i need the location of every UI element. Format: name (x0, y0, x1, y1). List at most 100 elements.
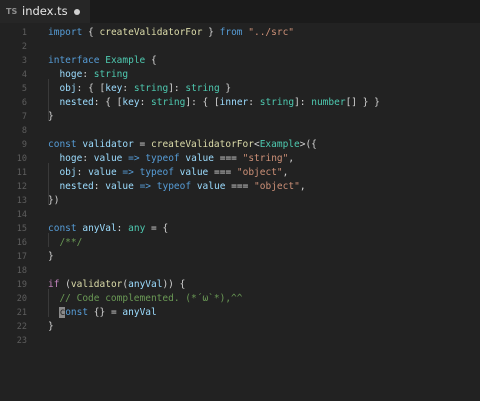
code-token: : { [ (76, 83, 106, 94)
code-token: value (179, 167, 209, 178)
line-number: 18 (16, 266, 27, 276)
code-token: createValidatorFor (151, 139, 254, 150)
code-token: } (48, 251, 54, 262)
code-text[interactable]: // Code complemented. (*´ω`*),^^ (48, 292, 242, 306)
code-token: value (185, 153, 214, 164)
code-text[interactable]: const {} = anyVal (48, 306, 157, 320)
code-token: key (122, 97, 140, 108)
code-token: "object" (236, 167, 283, 178)
code-line[interactable]: 20 // Code complemented. (*´ω`*),^^ (0, 292, 480, 306)
code-text[interactable]: hoge: value => typeof value === "string"… (48, 152, 294, 166)
code-token: === (208, 167, 237, 178)
code-line[interactable]: 3 interface Example { (0, 54, 480, 68)
code-token: = (133, 139, 151, 150)
tab-index-ts[interactable]: TS index.ts (0, 0, 90, 23)
code-line[interactable]: 11 obj: value => typeof value === "objec… (0, 166, 480, 180)
code-text[interactable]: nested: { [key: string]: { [inner: strin… (48, 96, 379, 110)
line-number: 4 (21, 70, 27, 80)
code-line[interactable]: 6 nested: { [key: string]: { [inner: str… (0, 96, 480, 110)
code-line[interactable]: 9 const validator = createValidatorFor<Ex… (0, 138, 480, 152)
line-number: 6 (21, 98, 27, 108)
code-text[interactable]: obj: value => typeof value === "object", (48, 166, 288, 180)
code-token: nested (59, 181, 94, 192)
code-token: typeof (145, 153, 180, 164)
unsaved-dot-icon[interactable] (74, 9, 80, 15)
code-token: ( (59, 279, 71, 290)
code-line[interactable]: 8 (0, 124, 480, 138)
code-text[interactable]: /**/ (48, 236, 82, 250)
code-text[interactable]: const anyVal: any = { (48, 222, 168, 236)
line-number: 9 (21, 140, 27, 150)
code-text[interactable]: }) (48, 194, 59, 208)
code-token: : (116, 223, 129, 234)
code-token: } (48, 321, 54, 332)
code-token: hoge (59, 153, 83, 164)
code-line[interactable]: 13}) (0, 194, 480, 208)
code-token: Example (105, 55, 146, 66)
code-line[interactable]: 7} (0, 110, 480, 124)
code-line[interactable]: 23 (0, 334, 480, 348)
code-editor[interactable]: 1 import { createValidatorFor } from "../… (0, 23, 480, 401)
code-token: value (196, 181, 226, 192)
code-text[interactable]: if (validator(anyVal)) { (48, 278, 185, 292)
code-text[interactable]: const validator = createValidatorFor<Exa… (48, 138, 317, 152)
code-token: const (48, 139, 77, 150)
code-token: "object" (254, 181, 300, 192)
code-text[interactable]: import { createValidatorFor } from "../s… (48, 26, 294, 40)
code-token: key (105, 83, 123, 94)
code-line[interactable]: 19 if (validator(anyVal)) { (0, 278, 480, 292)
code-token: )) { (162, 279, 186, 290)
code-token: string (133, 83, 169, 94)
code-token: { (82, 27, 100, 38)
code-line[interactable]: 12 nested: value => typeof value === "ob… (0, 180, 480, 194)
code-line[interactable]: 1 import { createValidatorFor } from "../… (0, 26, 480, 40)
code-token: number (311, 97, 346, 108)
line-number: 17 (16, 252, 27, 262)
code-token: // Code complemented. (*´ω`*),^^ (59, 293, 243, 304)
line-number: 20 (16, 294, 27, 304)
code-line[interactable]: 5 obj: { [key: string]: string } (0, 82, 480, 96)
code-token: => (128, 153, 140, 164)
code-token: ]: { [ (185, 97, 220, 108)
code-text[interactable]: hoge: string (48, 68, 128, 82)
code-line[interactable]: 17} (0, 250, 480, 264)
code-line[interactable]: 4 hoge: string (0, 68, 480, 82)
code-line[interactable]: 16 /**/ (0, 236, 480, 250)
line-number: 16 (16, 238, 27, 248)
code-token: , (299, 181, 306, 192)
code-token: , (288, 153, 295, 164)
code-token: nested (59, 97, 94, 108)
line-number: 19 (16, 280, 27, 290)
code-text[interactable]: } (48, 250, 54, 264)
code-text[interactable]: } (48, 320, 54, 334)
code-token: }) (48, 195, 60, 206)
code-line[interactable]: 22} (0, 320, 480, 334)
code-line[interactable]: 21 const {} = anyVal (0, 306, 480, 320)
code-token: ]: (168, 83, 186, 94)
code-token: : { [ (93, 97, 123, 108)
line-number: 1 (21, 28, 27, 38)
code-token: string (185, 83, 220, 94)
line-number: 7 (21, 112, 27, 122)
line-number: 12 (16, 182, 27, 192)
code-text[interactable]: interface Example { (48, 54, 157, 68)
code-token: onst (65, 307, 89, 318)
code-token: , (282, 167, 289, 178)
code-token: : (248, 97, 260, 108)
code-token: Example (259, 139, 300, 150)
code-line[interactable]: 14 (0, 208, 480, 222)
code-text[interactable]: } (48, 110, 54, 124)
line-number: 10 (16, 154, 27, 164)
code-text[interactable]: nested: value => typeof value === "objec… (48, 180, 306, 194)
code-line[interactable]: 2 (0, 40, 480, 54)
code-line[interactable]: 18 (0, 264, 480, 278)
code-text[interactable]: obj: { [key: string]: string } (48, 82, 231, 96)
code-line[interactable]: 15 const anyVal: any = { (0, 222, 480, 236)
code-line[interactable]: 10 hoge: value => typeof value === "stri… (0, 152, 480, 166)
